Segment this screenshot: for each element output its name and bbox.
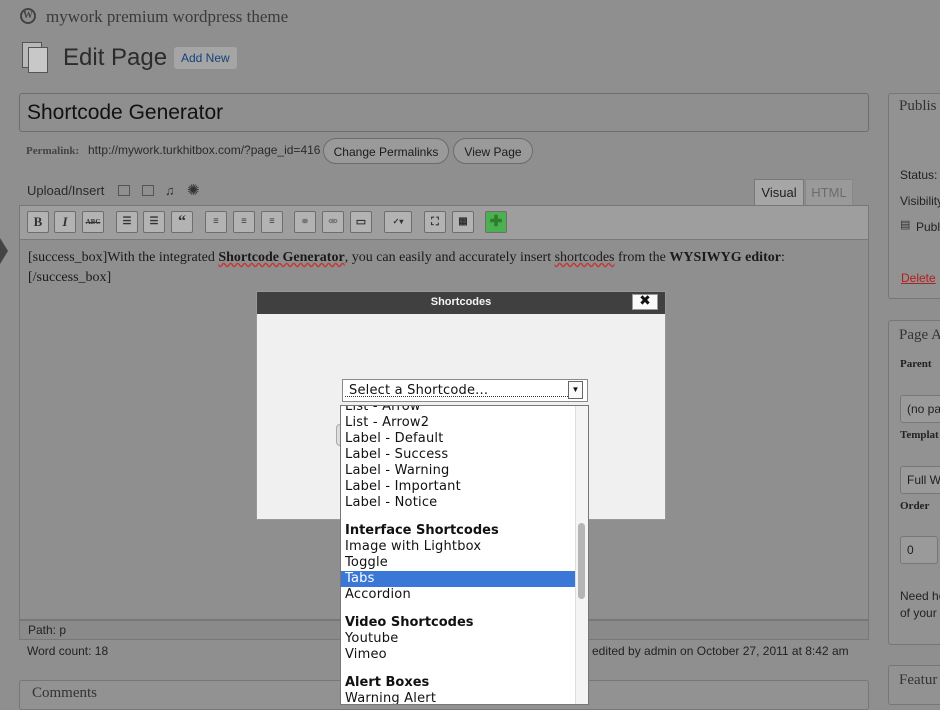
dropdown-option[interactable]: Label - Important [341,479,575,495]
align-right-icon[interactable]: ≡ [261,211,283,233]
view-page-button[interactable]: View Page [453,138,533,164]
dropdown-option[interactable]: Tabs [341,571,575,587]
dropdown-option[interactable]: Label - Success [341,447,575,463]
post-title-input[interactable]: Shortcode Generator [19,93,869,132]
publish-date-label: Publi [916,220,940,234]
calendar-icon: ▤ [900,219,911,231]
add-media-icon[interactable]: ✺ [187,181,200,199]
bullet-list-icon[interactable]: ☰ [116,211,138,233]
bold-button[interactable]: B [27,211,49,233]
wordpress-logo-icon[interactable]: W [20,8,36,24]
order-input[interactable]: 0 [900,536,938,564]
content-text: [/success_box] [28,270,112,285]
admin-bar: W mywork premium wordpress theme [0,0,940,34]
add-video-icon[interactable] [142,185,154,196]
pages-icon [22,42,50,73]
featured-image-title[interactable]: Featur [899,672,937,689]
dropdown-scrollbar-thumb[interactable] [578,523,585,599]
focus-outline [345,396,568,398]
dropdown-option[interactable]: Label - Warning [341,463,575,479]
add-audio-icon[interactable]: ♫ [165,183,175,198]
dropdown-option[interactable]: Toggle [341,555,575,571]
change-permalinks-button[interactable]: Change Permalinks [323,138,449,164]
permalink-label: Permalink: [26,145,80,157]
dropdown-option[interactable]: Accordion [341,587,575,603]
dropdown-option[interactable]: List - Arrow [341,406,575,415]
kitchen-sink-icon[interactable]: ▦ [452,211,474,233]
close-icon[interactable]: ✖ [632,294,658,310]
link-icon[interactable]: ⚭ [294,211,316,233]
dropdown-option[interactable]: Vimeo [341,647,575,663]
dropdown-option[interactable]: Warning Alert [341,691,575,704]
delete-link[interactable]: Delete [901,271,936,285]
align-center-icon[interactable]: ≡ [233,211,255,233]
collapse-arrow-icon[interactable] [0,238,8,264]
site-title[interactable]: mywork premium wordpress theme [46,7,288,27]
dropdown-options: List - Arrow List - Arrow2 Label - Default… [341,406,575,704]
order-label: Order [900,500,930,512]
content-bold-text: WYSIWYG editor [669,250,781,265]
content-misspelled-word: shortcodes [554,250,615,265]
dropdown-option[interactable]: List - Arrow2 [341,415,575,431]
page-title: Edit Page [63,44,168,71]
dropdown-group-label: Interface Shortcodes [345,523,499,538]
shortcode-dropdown-list[interactable]: List - Arrow List - Arrow2 Label - Default… [340,405,589,705]
shortcode-generator-icon[interactable]: ✚ [485,211,507,233]
dropdown-option[interactable]: Label - Default [341,431,575,447]
spellcheck-icon[interactable]: ✓▾ [384,211,412,233]
content-text: from the [614,250,670,265]
content-text: : [780,250,785,265]
blockquote-button[interactable]: “ [171,211,193,233]
dropdown-group-label: Video Shortcodes [345,615,474,630]
strikethrough-button[interactable]: ABC [82,211,104,233]
page-attributes-title[interactable]: Page A [899,327,940,344]
upload-insert-label: Upload/Insert [27,183,105,198]
unlink-icon[interactable]: ⚮ [322,211,344,233]
more-tag-icon[interactable]: ▭ [350,211,372,233]
fullscreen-icon[interactable]: ⛶ [424,211,446,233]
content-text: [success_box]With the integrated [28,250,219,265]
template-select[interactable]: Full W [900,466,940,494]
dropdown-option[interactable]: Image with Lightbox [341,539,575,555]
editor-content[interactable]: [success_box]With the integrated Shortco… [28,248,858,288]
permalink-url[interactable]: http://mywork.turkhitbox.com/?page_id=41… [88,143,320,157]
dropdown-group-label: Alert Boxes [345,675,430,690]
help-text: of your [900,606,937,620]
dropdown-option[interactable]: Label - Notice [341,495,575,511]
chevron-down-icon[interactable]: ▼ [568,381,583,399]
visibility-label: Visibility [900,194,940,208]
numbered-list-icon[interactable]: ☰ [143,211,165,233]
word-count: Word count: 18 [27,644,109,658]
dialog-title: Shortcodes [430,296,492,308]
add-new-button[interactable]: Add New [174,47,237,69]
last-edited: edited by admin on October 27, 2011 at 8… [592,644,849,658]
parent-label: Parent [900,358,932,370]
help-text: Need he [900,589,940,603]
tab-visual[interactable]: Visual [754,179,804,205]
dropdown-option[interactable]: Youtube [341,631,575,647]
tab-html[interactable]: HTML [805,179,853,205]
content-bold-text: Shortcode Generator [218,250,345,265]
parent-select[interactable]: (no pa [900,395,940,423]
add-image-icon[interactable] [118,185,130,196]
align-left-icon[interactable]: ≡ [205,211,227,233]
italic-button[interactable]: I [54,211,76,233]
status-label: Status: [900,168,938,182]
content-text: , you can easily and accurately insert [344,250,555,265]
template-label: Templat [900,429,939,441]
publish-box-title[interactable]: Publis [899,98,937,115]
